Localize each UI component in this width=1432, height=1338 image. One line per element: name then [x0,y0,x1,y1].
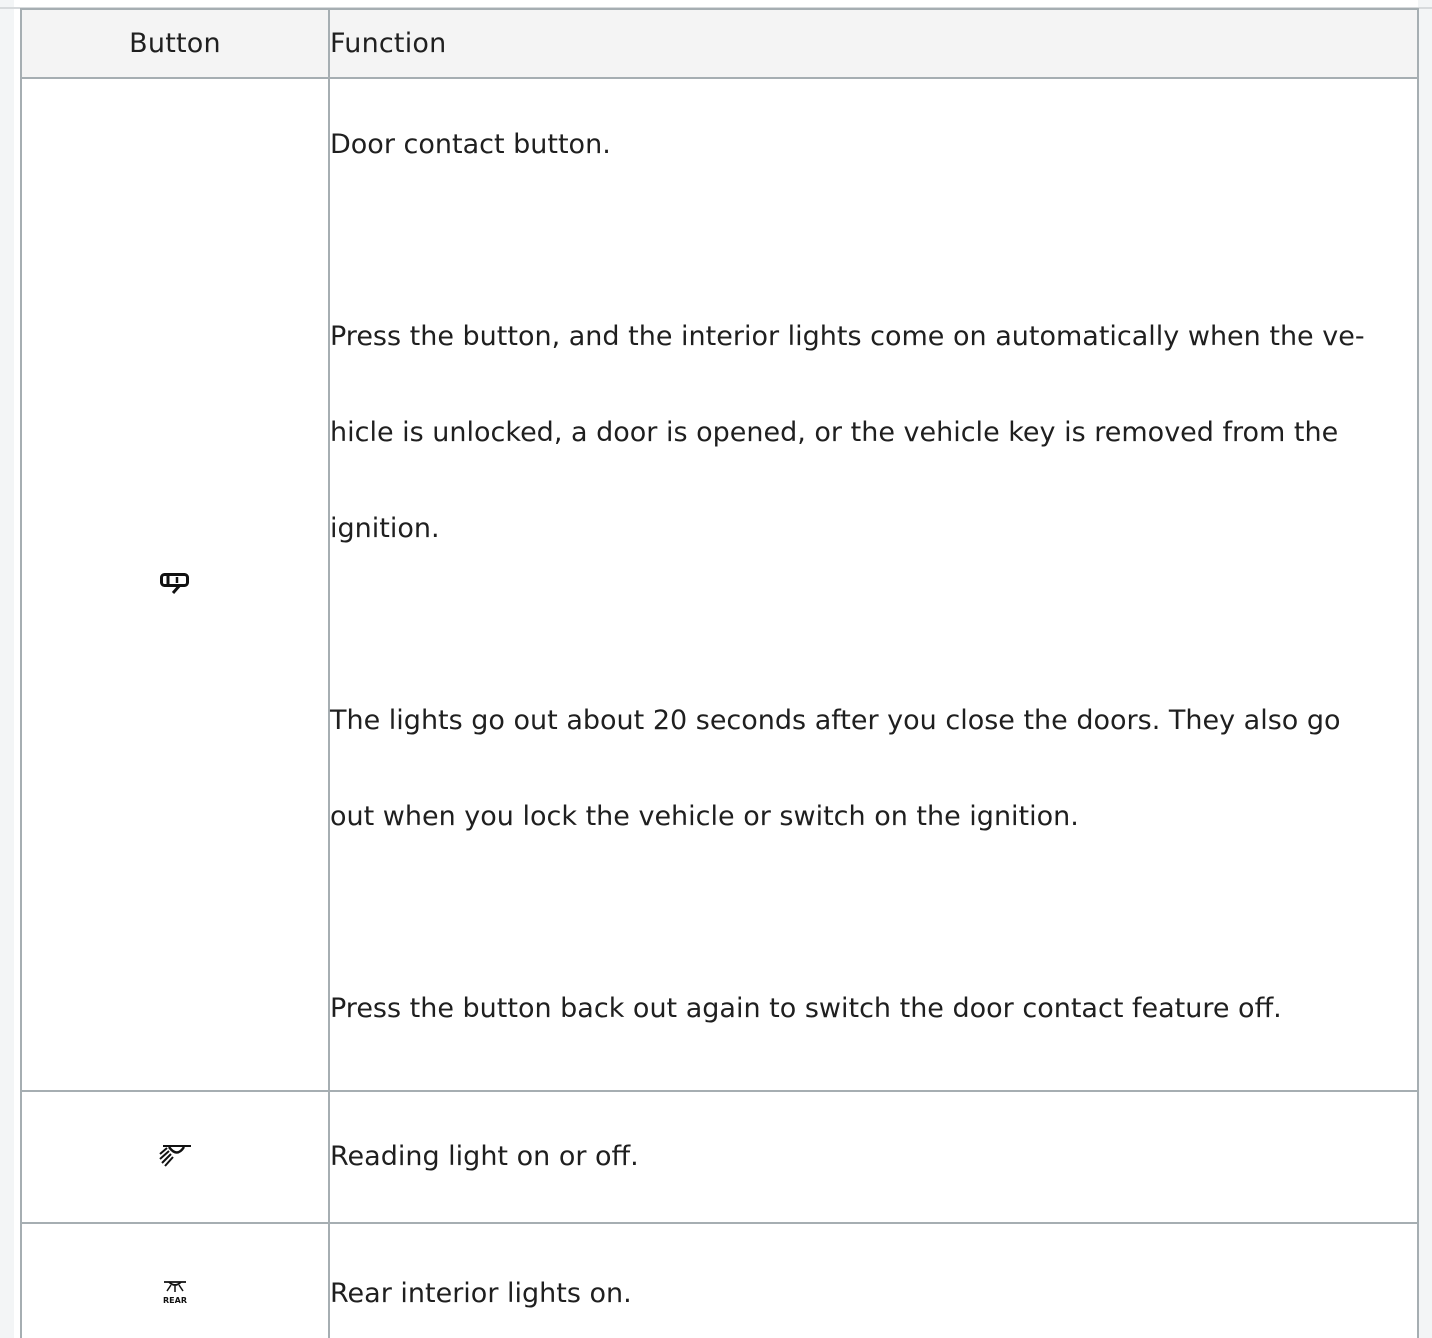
function-cell: Reading light on or off. [328,1090,1419,1224]
header-button: Button [20,8,330,79]
door-contact-text-line: Press the button back out again to switc… [330,993,1282,1024]
door-contact-text-line: hicle is unlocked, a door is opened, or … [330,417,1339,448]
function-cell: Rear interior lights on. [328,1222,1419,1338]
interior-lights-table: Button Function Door contact button. Pre [20,8,1419,1338]
rear-icon-label: REAR [163,1296,187,1305]
door-contact-icon [160,571,190,595]
table-header-row: Button Function [20,8,1419,79]
door-contact-title: Door contact button. [330,129,611,160]
button-cell: REAR [20,1222,330,1338]
door-contact-text-line: Press the button, and the interior light… [330,321,1365,352]
header-function: Function [328,8,1419,79]
reading-light-icon [157,1142,193,1168]
rear-interior-light-icon: REAR [160,1279,190,1305]
button-cell [20,77,330,1092]
button-cell [20,1090,330,1224]
table-row-rear-lights: REAR Rear interior lights on. [20,1222,1419,1338]
door-contact-text-line: The lights go out about 20 seconds after… [330,705,1341,736]
door-contact-text-line: out when you lock the vehicle or switch … [330,801,1079,832]
door-contact-text-line: ignition. [330,513,440,544]
table-row-door-contact: Door contact button. Press the button, a… [20,77,1419,1092]
table-row-reading-light: Reading light on or off. [20,1090,1419,1224]
function-cell: Door contact button. Press the button, a… [328,77,1419,1092]
